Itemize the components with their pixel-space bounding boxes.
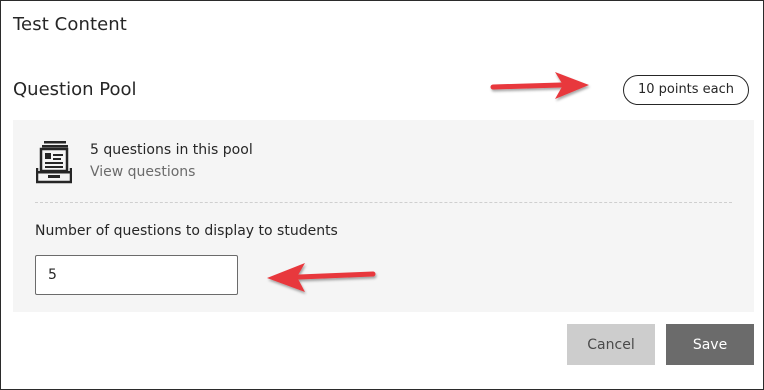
view-questions-link[interactable]: View questions <box>90 164 195 180</box>
points-each-badge[interactable]: 10 points each <box>623 75 749 105</box>
question-pool-panel: 5 questions in this pool View questions … <box>13 120 754 312</box>
pool-question-count: 5 questions in this pool <box>90 142 253 158</box>
display-count-label: Number of questions to display to studen… <box>35 223 338 239</box>
section-title-question-pool: Question Pool <box>13 79 137 100</box>
annotation-arrow-icon <box>490 72 589 99</box>
display-count-input[interactable] <box>35 255 238 295</box>
question-pool-icon <box>36 141 72 184</box>
page-title: Test Content <box>13 14 127 35</box>
cancel-button[interactable]: Cancel <box>567 324 655 365</box>
section-divider <box>35 202 732 203</box>
annotation-arrow-icon <box>267 263 376 292</box>
test-content-dialog: Test Content Question Pool 10 points eac… <box>0 0 764 390</box>
save-button[interactable]: Save <box>666 324 754 365</box>
